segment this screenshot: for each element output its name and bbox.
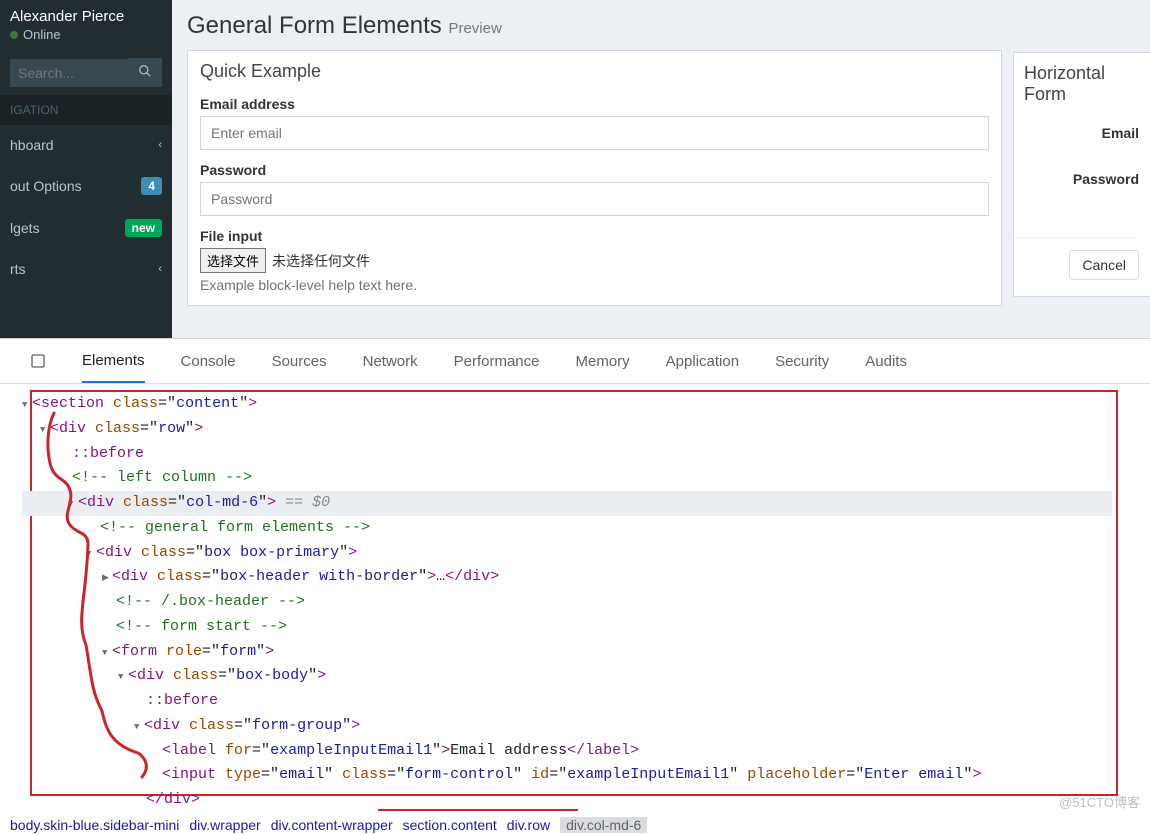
password-field[interactable] [200,182,989,216]
page-title-text: General Form Elements [187,12,442,39]
sidebar-item-label: lgets [10,220,40,236]
tab-sources[interactable]: Sources [272,353,327,370]
form-group-password: Password [200,162,989,216]
user-status: Online [10,27,162,42]
bc-item-active[interactable]: div.col-md-6 [560,817,647,833]
annotation-underline [378,809,578,811]
email-label: Email address [200,96,989,112]
box-title: Quick Example [188,51,1001,92]
bc-item[interactable]: section.content [403,817,497,833]
h-password-label: Password [1014,171,1139,187]
user-panel: Alexander Pierce Online [0,0,172,50]
email-field[interactable] [200,116,989,150]
sidebar-item-layout[interactable]: out Options 4 [0,165,172,207]
search-icon [138,64,152,78]
status-dot-icon [10,31,18,39]
tab-network[interactable]: Network [363,353,418,370]
file-label: File input [200,228,989,244]
devtools: Elements Console Sources Network Perform… [0,338,1150,835]
bc-item[interactable]: body.skin-blue.sidebar-mini [10,817,179,833]
tab-audits[interactable]: Audits [865,353,907,370]
search-input[interactable] [10,59,128,87]
form-group-file: File input 选择文件 未选择任何文件 Example block-le… [200,228,989,293]
sidebar-search [0,50,172,95]
tab-performance[interactable]: Performance [454,353,540,370]
bc-item[interactable]: div.content-wrapper [271,817,393,833]
sidebar-item-label: hboard [10,137,54,153]
h-email-label: Email [1014,125,1139,141]
sidebar-item-label: out Options [10,178,82,194]
page-subtitle: Preview [448,20,501,37]
nav-header: IGATION [0,95,172,125]
badge: 4 [141,177,162,195]
chevron-left-icon: ‹ [158,263,162,275]
horizontal-form-title: Horizontal Form [1014,63,1139,105]
sidebar-item-widgets[interactable]: lgets new [0,207,172,249]
tab-memory[interactable]: Memory [576,353,630,370]
devtools-tabs: Elements Console Sources Network Perform… [0,339,1150,384]
help-text: Example block-level help text here. [200,277,989,293]
elements-tree[interactable]: <section class="content"> <div class="ro… [0,384,1150,794]
chevron-left-icon: ‹ [158,139,162,151]
inspect-icon[interactable] [30,353,46,369]
form-group-email: Email address [200,96,989,150]
password-label: Password [200,162,989,178]
sidebar-item-charts[interactable]: rts ‹ [0,249,172,289]
tab-console[interactable]: Console [181,353,236,370]
horizontal-form-box: Horizontal Form Email Password Cancel [1013,52,1150,297]
file-status-text: 未选择任何文件 [272,251,370,271]
tab-security[interactable]: Security [775,353,829,370]
main-content: General Form Elements Preview Quick Exam… [172,0,1150,338]
status-text: Online [23,27,61,42]
badge-new: new [125,219,162,237]
quick-example-box: Quick Example Email address Password Fil… [187,50,1002,306]
bc-item[interactable]: div.row [507,817,550,833]
file-input-wrap: 选择文件 未选择任何文件 [200,248,989,273]
tab-application[interactable]: Application [666,353,739,370]
sidebar: Alexander Pierce Online IGATION hboard ‹… [0,0,172,338]
sidebar-item-label: rts [10,261,26,277]
devtools-breadcrumb[interactable]: body.skin-blue.sidebar-mini div.wrapper … [8,815,649,835]
box-body: Email address Password File input 选择文件 未… [188,92,1001,305]
bc-item[interactable]: div.wrapper [189,817,260,833]
search-button[interactable] [128,58,162,87]
file-choose-button[interactable]: 选择文件 [200,248,266,273]
watermark: @51CTO博客 [1059,792,1140,811]
user-name: Alexander Pierce [10,8,162,25]
cancel-button[interactable]: Cancel [1069,250,1139,280]
sidebar-item-dashboard[interactable]: hboard ‹ [0,125,172,165]
tab-elements[interactable]: Elements [82,352,145,383]
page-title: General Form Elements Preview [187,12,1135,40]
